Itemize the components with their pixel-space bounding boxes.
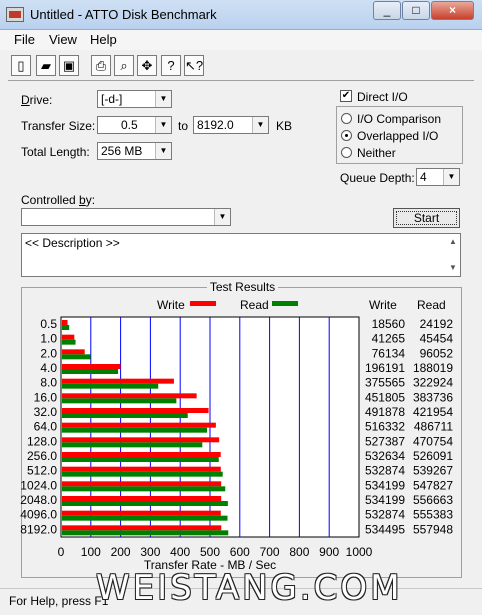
- read-bar: [62, 413, 188, 418]
- read-value: 557948: [413, 522, 453, 536]
- read-value: 547827: [413, 478, 453, 492]
- legend-write-swatch: [190, 301, 216, 306]
- x-tick-label: 800: [289, 545, 309, 559]
- transfer-size-label: 128.0: [27, 434, 57, 448]
- transfer-size-label: 32.0: [34, 405, 58, 419]
- read-bar: [62, 325, 70, 330]
- read-value: 470754: [413, 434, 453, 448]
- write-bar: [62, 437, 220, 443]
- x-tick-label: 700: [260, 545, 280, 559]
- transfer-size-label: 8192.0: [20, 522, 57, 536]
- read-value: 421954: [413, 405, 453, 419]
- transfer-size-label: 512.0: [27, 464, 57, 478]
- write-bar: [62, 378, 174, 384]
- x-tick-label: 400: [170, 545, 190, 559]
- read-value: 322924: [413, 376, 453, 390]
- read-value: 96052: [420, 346, 454, 360]
- read-value: 383736: [413, 390, 453, 404]
- read-value: 24192: [420, 317, 454, 331]
- write-value: 451805: [365, 390, 405, 404]
- read-value: 526091: [413, 449, 453, 463]
- x-tick-label: 0: [58, 545, 65, 559]
- write-bar: [62, 393, 197, 399]
- x-tick-label: 900: [319, 545, 339, 559]
- status-text: For Help, press F1: [9, 594, 109, 608]
- transfer-size-label: 256.0: [27, 449, 57, 463]
- read-bar: [62, 383, 159, 389]
- transfer-size-label: 4096.0: [20, 508, 57, 522]
- write-value: 532874: [365, 508, 405, 522]
- column-header-read: Read: [417, 298, 446, 312]
- read-bar: [62, 515, 228, 521]
- write-bar: [62, 422, 216, 428]
- read-bar: [62, 339, 76, 345]
- transfer-size-label: 8.0: [40, 376, 57, 390]
- write-bar: [62, 496, 222, 501]
- read-value: 188019: [413, 361, 453, 375]
- read-value: 555383: [413, 508, 453, 522]
- read-bar: [62, 471, 223, 477]
- x-tick-label: 200: [111, 545, 131, 559]
- write-bar: [62, 481, 222, 487]
- write-bar: [62, 320, 68, 325]
- x-tick-label: 300: [140, 545, 160, 559]
- write-value: 76134: [372, 346, 406, 360]
- write-bar: [62, 408, 209, 413]
- transfer-size-label: 0.5: [40, 317, 57, 331]
- write-bar: [62, 452, 221, 457]
- write-value: 375565: [365, 376, 405, 390]
- write-value: 196191: [365, 361, 405, 375]
- write-bar: [62, 364, 121, 369]
- read-bar: [62, 501, 228, 506]
- legend-read-label: Read: [240, 298, 269, 312]
- write-value: 516332: [365, 420, 405, 434]
- read-bar: [62, 442, 203, 448]
- write-value: 534199: [365, 478, 405, 492]
- transfer-size-label: 2048.0: [20, 493, 57, 507]
- write-bar: [62, 466, 221, 472]
- watermark-logo: WEISTANG.COM: [96, 568, 403, 608]
- x-tick-label: 500: [200, 545, 220, 559]
- read-bar: [62, 530, 229, 536]
- write-value: 41265: [372, 332, 406, 346]
- read-bar: [62, 486, 226, 492]
- legend-write-label: Write: [157, 298, 185, 312]
- transfer-size-label: 1.0: [40, 332, 57, 346]
- read-bar: [62, 398, 177, 404]
- write-value: 534199: [365, 493, 405, 507]
- transfer-size-label: 16.0: [34, 390, 58, 404]
- write-value: 532634: [365, 449, 405, 463]
- write-bar: [62, 525, 222, 531]
- read-bar: [62, 427, 208, 433]
- x-tick-label: 1000: [346, 545, 373, 559]
- legend-read-swatch: [272, 301, 298, 306]
- read-value: 539267: [413, 464, 453, 478]
- write-value: 527387: [365, 434, 405, 448]
- transfer-size-label: 4.0: [40, 361, 57, 375]
- write-bar: [62, 349, 85, 355]
- write-value: 532874: [365, 464, 405, 478]
- read-bar: [62, 369, 119, 374]
- transfer-size-label: 64.0: [34, 420, 58, 434]
- read-bar: [62, 457, 219, 462]
- transfer-size-label: 2.0: [40, 346, 57, 360]
- write-value: 18560: [372, 317, 406, 331]
- read-value: 486711: [414, 420, 453, 434]
- read-value: 556663: [413, 493, 453, 507]
- column-header-write: Write: [369, 298, 397, 312]
- write-value: 491878: [365, 405, 405, 419]
- write-bar: [62, 510, 221, 516]
- x-tick-label: 100: [81, 545, 101, 559]
- read-value: 45454: [420, 332, 454, 346]
- x-tick-label: 600: [230, 545, 250, 559]
- transfer-rate-chart: 0 100 200 300 400 500 600 700 800 900 1000 Write Rea…: [20, 298, 454, 572]
- transfer-size-label: 1024.0: [20, 478, 57, 492]
- write-value: 534495: [365, 522, 405, 536]
- read-bar: [62, 354, 91, 360]
- write-bar: [62, 334, 75, 340]
